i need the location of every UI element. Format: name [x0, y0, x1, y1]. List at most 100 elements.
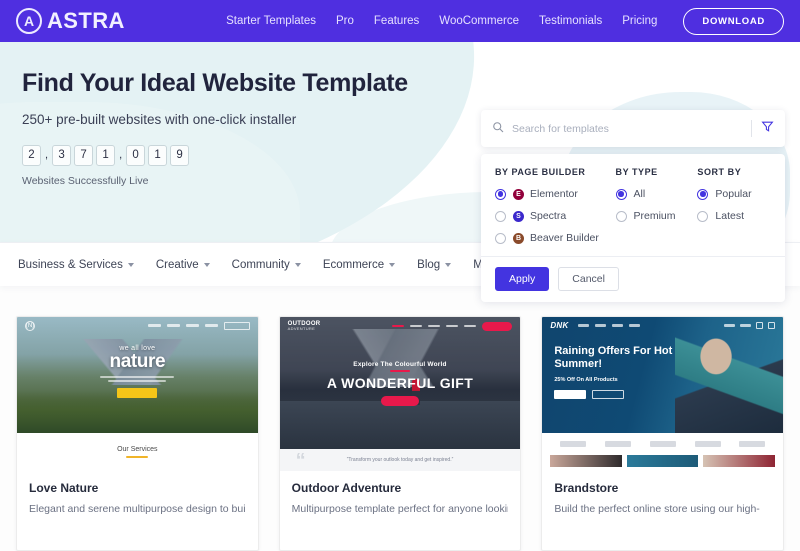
cart-icon	[756, 322, 764, 329]
filter-actions: Apply Cancel	[481, 256, 785, 302]
filter-panel: BY PAGE BUILDER E Elementor S Spectra B	[481, 154, 785, 302]
filter-option-beaver-builder[interactable]: B Beaver Builder	[495, 232, 616, 244]
radio-latest[interactable]	[697, 210, 709, 222]
counter-digit: 9	[170, 144, 190, 166]
category-business-and-services[interactable]: Business & Services	[18, 259, 134, 271]
cancel-button[interactable]: Cancel	[558, 267, 619, 291]
filter-group-heading: BY PAGE BUILDER	[495, 167, 586, 177]
astra-starter-templates-page: A ASTRA Starter Templates Pro Features W…	[0, 0, 800, 551]
search-input[interactable]	[512, 122, 742, 135]
apply-button[interactable]: Apply	[495, 267, 550, 291]
chevron-down-icon	[294, 262, 301, 267]
template-card[interactable]: (N) we all love nature Our Services Love…	[16, 316, 259, 551]
primary-nav: Starter Templates Pro Features WooCommer…	[226, 7, 784, 35]
filter-option-label: Premium	[633, 210, 676, 222]
filter-option-all[interactable]: All	[615, 188, 698, 200]
quote-icon: “	[295, 450, 306, 471]
nav-item-woocommerce[interactable]: WooCommerce	[439, 15, 519, 27]
page-title: Find Your Ideal Website Template	[22, 69, 408, 97]
filter-option-label: Spectra	[530, 210, 567, 222]
filter-option-label: Beaver Builder	[530, 232, 599, 244]
thumb-section-title: Our Services	[117, 446, 158, 453]
counter-digit: 0	[126, 144, 146, 166]
template-card[interactable]: DNK Raining Offers For Hot Summer! 25% O…	[541, 316, 785, 551]
filter-option-premium[interactable]: Premium	[615, 210, 698, 222]
counter-digit: 3	[52, 144, 72, 166]
thumb-quote: “Transform your outlook today and get in…	[346, 457, 454, 463]
filter-group-heading: BY TYPE	[615, 167, 658, 177]
filter-option-latest[interactable]: Latest	[697, 210, 771, 222]
thumb-cta-button	[381, 396, 419, 406]
spectra-icon: S	[513, 210, 524, 222]
category-creative[interactable]: Creative	[156, 259, 210, 271]
thumb-logo: DNK	[550, 321, 569, 330]
site-header: A ASTRA Starter Templates Pro Features W…	[0, 0, 800, 42]
astra-logo[interactable]: A ASTRA	[16, 8, 125, 34]
template-thumbnail[interactable]: OUTDOOR ADVENTURE Explore The Colourful …	[279, 317, 521, 471]
chevron-down-icon	[445, 262, 452, 267]
thumb-subline: 25% Off On All Products	[554, 376, 618, 383]
search-bar[interactable]	[481, 110, 785, 147]
counter-separator: ,	[45, 149, 49, 161]
template-title: Outdoor Adventure	[291, 481, 402, 495]
category-ecommerce[interactable]: Ecommerce	[322, 258, 396, 271]
beaver-builder-icon: B	[513, 232, 524, 244]
filter-option-label: Popular	[715, 188, 752, 200]
filter-option-label: Latest	[715, 210, 744, 222]
nav-item-features[interactable]: Features	[374, 15, 419, 27]
chevron-down-icon	[203, 262, 210, 267]
thumb-headline: Raining Offers For Hot Summer!	[554, 345, 673, 370]
template-description: Build the perfect online store using our…	[554, 503, 760, 515]
template-thumbnail[interactable]: DNK Raining Offers For Hot Summer! 25% O…	[542, 317, 784, 471]
elementor-icon: E	[513, 188, 524, 200]
template-card[interactable]: OUTDOOR ADVENTURE Explore The Colourful …	[278, 316, 522, 551]
download-button[interactable]: DOWNLOAD	[683, 7, 784, 35]
radio-spectra[interactable]	[495, 210, 506, 222]
category-label: Creative	[155, 258, 199, 271]
counter-digit: 1	[148, 144, 168, 166]
filter-funnel-icon[interactable]	[761, 120, 774, 138]
radio-beaver-builder[interactable]	[495, 232, 506, 244]
nav-item-pro[interactable]: Pro	[336, 15, 354, 27]
filter-option-label: Elementor	[530, 188, 578, 200]
filter-group-sort: SORT BY Popular Latest	[697, 167, 771, 244]
filter-option-elementor[interactable]: E Elementor	[495, 188, 616, 200]
counter-digit: 2	[22, 144, 41, 166]
nav-item-testimonials[interactable]: Testimonials	[539, 15, 602, 27]
template-thumbnail[interactable]: (N) we all love nature Our Services	[17, 317, 258, 471]
thumb-cta-button	[117, 387, 158, 398]
category-community[interactable]: Community	[232, 259, 301, 271]
counter-digit: 1	[96, 144, 116, 166]
thumb-logo-sub: ADVENTURE	[287, 326, 316, 332]
filter-option-label: All	[633, 188, 646, 200]
search-icon	[492, 120, 504, 138]
thumb-kicker: Explore The Colourful World	[353, 361, 447, 368]
nav-item-starter-templates[interactable]: Starter Templates	[226, 15, 316, 27]
astra-logo-text: ASTRA	[47, 8, 125, 33]
filter-option-popular[interactable]: Popular	[697, 188, 771, 200]
category-label: Business & Services	[18, 258, 123, 271]
nav-item-pricing[interactable]: Pricing	[622, 15, 657, 27]
thumb-headline: A WONDERFUL GIFT	[326, 375, 474, 391]
chevron-down-icon	[389, 262, 396, 267]
template-title: Love Nature	[29, 481, 99, 495]
thumb-cta-primary	[554, 389, 587, 399]
radio-premium[interactable]	[615, 210, 627, 222]
category-blog[interactable]: Blog	[417, 259, 452, 271]
radio-all[interactable]	[615, 188, 627, 200]
thumb-logo: (N)	[25, 320, 35, 331]
template-grid: (N) we all love nature Our Services Love…	[0, 286, 800, 551]
template-description: Elegant and serene multipurpose design t…	[29, 503, 246, 515]
search-and-filter: BY PAGE BUILDER E Elementor S Spectra B	[481, 110, 785, 302]
filter-group-type: BY TYPE All Premium	[615, 167, 698, 244]
astra-a-mark-icon: A	[16, 8, 42, 34]
thumb-headline: nature	[109, 351, 166, 372]
filter-option-spectra[interactable]: S Spectra	[495, 210, 616, 222]
thumb-cta-secondary	[592, 389, 625, 399]
radio-elementor[interactable]	[495, 188, 506, 200]
counter-digit: 7	[74, 144, 94, 166]
search-divider	[751, 120, 752, 137]
category-label: Ecommerce	[322, 258, 385, 271]
category-label: Community	[231, 258, 290, 271]
radio-popular[interactable]	[697, 188, 709, 200]
